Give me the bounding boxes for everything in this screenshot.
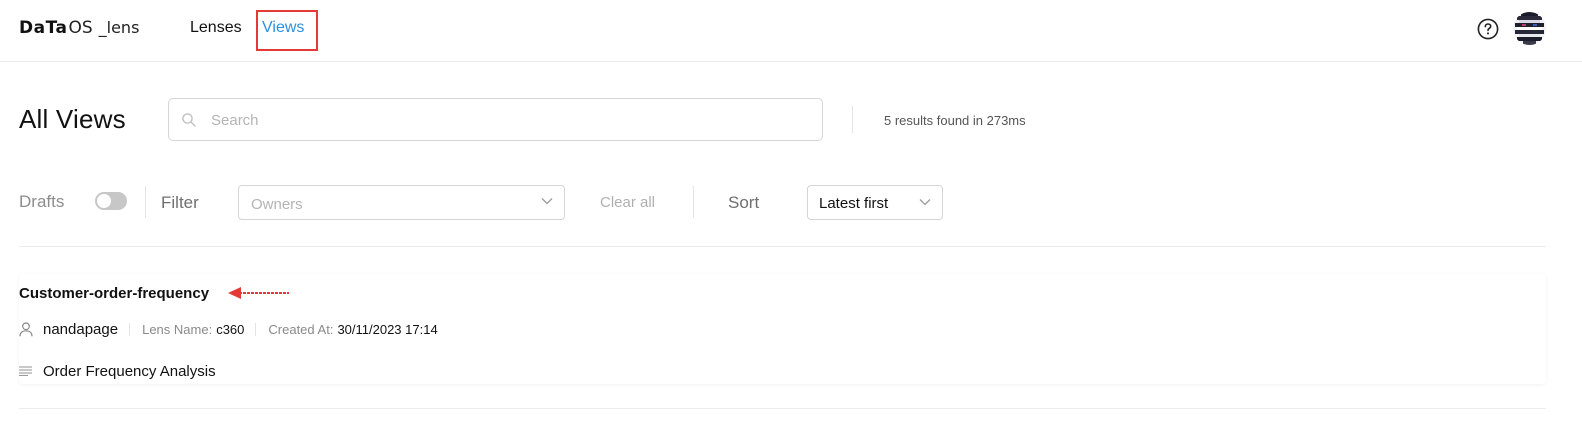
lens-name-label: Lens Name:: [142, 321, 213, 337]
drafts-toggle[interactable]: [95, 192, 127, 210]
clear-all-button[interactable]: Clear all: [600, 194, 655, 211]
sort-label: Sort: [728, 193, 760, 212]
chevron-down-icon: [541, 198, 553, 205]
view-meta: nandapage Lens Name: c360 Created At: 30…: [19, 320, 438, 338]
top-nav: DaTa OS _lens Lenses Views: [0, 0, 1582, 62]
results-count: 5 results found in 273ms: [884, 113, 1026, 128]
question-circle-icon[interactable]: [1477, 18, 1499, 40]
text-lines-icon: [19, 366, 32, 376]
toggle-knob: [97, 194, 111, 208]
filter-label: Filter: [161, 193, 199, 212]
user-avatar[interactable]: [1513, 12, 1546, 45]
sort-value: Latest first: [819, 195, 889, 212]
divider: [693, 186, 694, 218]
logo-text-os: OS: [68, 18, 93, 38]
annotation-arrow-icon: [228, 287, 289, 299]
divider: [145, 186, 146, 218]
divider: [852, 106, 853, 133]
logo-text-bold: DaTa: [19, 18, 68, 38]
meta-divider: [129, 322, 131, 336]
view-title[interactable]: Customer-order-frequency: [19, 285, 209, 302]
meta-divider: [255, 322, 257, 336]
search-icon: [182, 113, 196, 127]
view-owner: nandapage: [43, 320, 119, 338]
drafts-label: Drafts: [19, 192, 65, 211]
nav-views[interactable]: Views: [262, 19, 304, 37]
search-box[interactable]: [168, 98, 823, 141]
user-icon: [19, 321, 33, 336]
lens-name-value: c360: [216, 321, 245, 337]
created-at-label: Created At:: [268, 321, 334, 337]
dataos-lens-logo[interactable]: DaTa OS _lens: [19, 18, 139, 40]
view-description: Order Frequency Analysis: [43, 362, 216, 380]
chevron-down-icon: [919, 199, 931, 206]
nav-lenses[interactable]: Lenses: [190, 19, 242, 37]
search-input[interactable]: [211, 109, 801, 131]
owners-placeholder: Owners: [251, 196, 303, 213]
divider: [19, 408, 1546, 409]
created-at-value: 30/11/2023 17:14: [337, 321, 438, 337]
page-title: All Views: [19, 104, 126, 134]
sort-dropdown[interactable]: Latest first: [807, 185, 943, 220]
divider: [19, 246, 1546, 247]
view-description-row: Order Frequency Analysis: [19, 362, 216, 380]
logo-text-product: _lens: [98, 18, 140, 37]
owners-dropdown[interactable]: Owners: [238, 185, 565, 220]
